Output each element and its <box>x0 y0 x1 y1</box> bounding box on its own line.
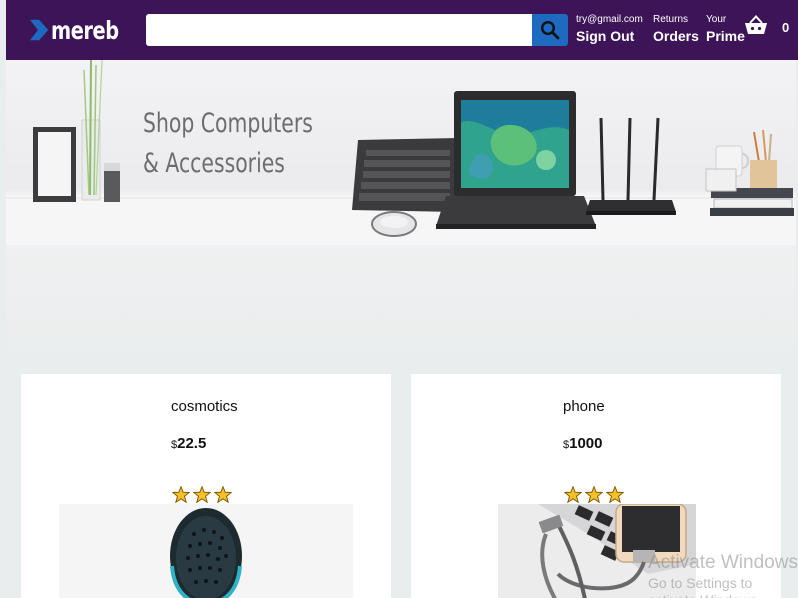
search-button[interactable] <box>532 14 568 46</box>
product-card: cosmotics $22.5 <box>21 374 391 598</box>
product-image <box>59 504 353 598</box>
prime-label: Prime <box>706 28 745 44</box>
returns-label: Returns <box>653 14 689 25</box>
basket-button[interactable]: 0 <box>744 15 789 37</box>
star-icon <box>193 486 211 503</box>
sign-out-link[interactable]: Sign Out <box>576 29 643 43</box>
user-email: try@gmail.com <box>576 14 643 25</box>
header: mereb try@gmail.com Sign Out Returns Ord… <box>6 0 798 60</box>
price-value: 1000 <box>569 435 603 452</box>
banner-fade <box>6 245 796 365</box>
hero-banner: Shop Computers & Accessories <box>6 60 796 245</box>
price-value: 22.5 <box>177 435 207 452</box>
orders-label: Orders <box>653 28 699 44</box>
star-icon <box>606 486 624 503</box>
prime-option[interactable]: Your Prime <box>706 14 745 44</box>
product-image <box>498 504 696 598</box>
search-input[interactable] <box>146 14 532 46</box>
product-price: $22.5 <box>171 435 206 452</box>
basket-icon <box>745 15 767 34</box>
star-icon <box>585 486 603 503</box>
star-icon <box>564 486 582 503</box>
search-icon <box>540 20 560 40</box>
product-price: $1000 <box>563 435 603 452</box>
chevron-logo-icon <box>30 19 49 41</box>
orders-option[interactable]: Returns Orders <box>653 14 699 44</box>
basket-count: 0 <box>782 19 790 35</box>
banner-title-line-2: & Accessories <box>143 148 285 179</box>
product-title: phone <box>563 398 605 415</box>
product-title: cosmotics <box>171 398 238 415</box>
account-option[interactable]: try@gmail.com Sign Out <box>576 14 643 44</box>
logo-text: mereb <box>51 15 119 45</box>
phone-cable-image <box>498 504 696 598</box>
hair-brush-image <box>170 508 242 598</box>
logo[interactable]: mereb <box>30 9 130 51</box>
product-rating <box>564 486 624 503</box>
your-label: Your <box>706 14 727 25</box>
search-bar <box>146 14 568 46</box>
star-icon <box>214 486 232 503</box>
star-icon <box>172 486 190 503</box>
banner-title: Shop Computers & Accessories <box>143 104 313 184</box>
banner-title-line-1: Shop Computers <box>143 108 313 139</box>
product-rating <box>172 486 232 503</box>
product-card: phone $1000 <box>411 374 781 598</box>
page: mereb try@gmail.com Sign Out Returns Ord… <box>0 0 798 598</box>
banner-illustration <box>6 60 796 245</box>
